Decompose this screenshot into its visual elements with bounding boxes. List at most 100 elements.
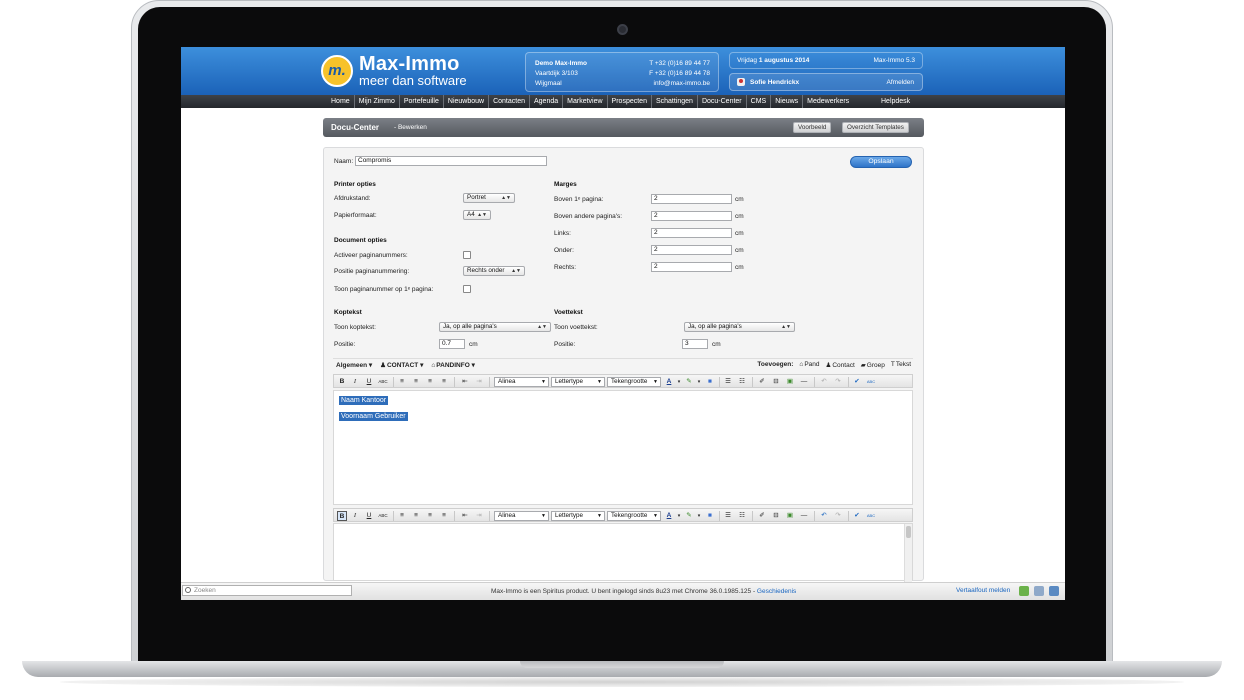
- spellcheck-icon[interactable]: ✔: [852, 377, 862, 387]
- nav-item-helpdesk[interactable]: Helpdesk: [881, 95, 910, 108]
- strikethrough-button[interactable]: ABC: [378, 377, 388, 387]
- spellcheck-label[interactable]: ABC: [864, 377, 878, 387]
- align-left-icon[interactable]: ≡: [397, 511, 407, 521]
- nav-item-home[interactable]: Home: [327, 95, 355, 108]
- align-center-icon[interactable]: ≡: [411, 511, 421, 521]
- name-input[interactable]: Compromis: [355, 156, 547, 166]
- add-tekst-button[interactable]: TTekst: [891, 361, 911, 369]
- nav-item-contacten[interactable]: Contacten: [489, 95, 530, 108]
- margin-top-first-input[interactable]: 2: [651, 194, 732, 204]
- bullet-list-icon[interactable]: ☰: [723, 511, 733, 521]
- indent-icon[interactable]: ⇥: [474, 377, 484, 387]
- margin-right-input[interactable]: 2: [651, 262, 732, 272]
- edit-icon[interactable]: ✐: [757, 511, 767, 521]
- overview-templates-button[interactable]: Overzicht Templates: [842, 122, 909, 133]
- margin-left-input[interactable]: 2: [651, 228, 732, 238]
- redo-icon[interactable]: ↷: [833, 511, 843, 521]
- menu-algemeen[interactable]: Algemeen ▾: [336, 361, 372, 369]
- undo-icon[interactable]: ↶: [819, 511, 829, 521]
- underline-button[interactable]: U: [364, 377, 374, 387]
- add-pand-button[interactable]: ⌂Pand: [799, 361, 819, 369]
- save-button[interactable]: Opslaan: [850, 156, 912, 168]
- chevron-down-icon[interactable]: ▾: [674, 377, 684, 387]
- chevron-down-icon[interactable]: ▾: [694, 511, 704, 521]
- logo-mark[interactable]: m.: [321, 55, 353, 87]
- background-color-icon[interactable]: ■: [705, 377, 715, 387]
- nav-item-agenda[interactable]: Agenda: [530, 95, 564, 108]
- numbered-list-icon[interactable]: ☷: [737, 511, 747, 521]
- indent-icon[interactable]: ⇥: [474, 511, 484, 521]
- highlight-icon[interactable]: ✎: [684, 511, 694, 521]
- nav-item-cms[interactable]: CMS: [747, 95, 772, 108]
- align-left-icon[interactable]: ≡: [397, 377, 407, 387]
- text-color-icon[interactable]: A: [664, 511, 674, 521]
- editor-body-2[interactable]: [333, 523, 913, 582]
- paragraph-select[interactable]: Alinea ▼: [494, 511, 549, 521]
- nav-item-schattingen[interactable]: Schattingen: [652, 95, 698, 108]
- horizontal-rule-icon[interactable]: —: [799, 511, 809, 521]
- align-right-icon[interactable]: ≡: [425, 511, 435, 521]
- font-size-select[interactable]: Tekengrootte ▼: [607, 511, 661, 521]
- outdent-icon[interactable]: ⇤: [460, 377, 470, 387]
- nav-item-marketview[interactable]: Marketview: [563, 95, 608, 108]
- italic-button[interactable]: I: [350, 377, 360, 387]
- add-contact-button[interactable]: ♟Contact: [826, 361, 855, 369]
- align-center-icon[interactable]: ≡: [411, 377, 421, 387]
- show-footer-select[interactable]: Ja, op alle pagina's ▲▼: [684, 322, 795, 332]
- footer-position-input[interactable]: 3: [682, 339, 708, 349]
- bold-button[interactable]: B: [337, 377, 347, 387]
- align-right-icon[interactable]: ≡: [425, 377, 435, 387]
- margin-bottom-input[interactable]: 2: [651, 245, 732, 255]
- page-number-position-select[interactable]: Rechts onder ▲▼: [463, 266, 525, 276]
- report-translation-link[interactable]: Vertaalfout melden: [956, 587, 1010, 594]
- mail-icon[interactable]: [1034, 586, 1044, 596]
- nav-item-nieuws[interactable]: Nieuws: [771, 95, 804, 108]
- calculator-icon[interactable]: [1049, 586, 1059, 596]
- strikethrough-button[interactable]: ABC: [378, 511, 388, 521]
- editor-body[interactable]: Naam Kantoor Voornaam Gebruiker: [333, 390, 913, 505]
- show-header-select[interactable]: Ja, op alle pagina's ▲▼: [439, 322, 551, 332]
- underline-button[interactable]: U: [364, 511, 374, 521]
- chevron-down-icon[interactable]: ▾: [674, 511, 684, 521]
- merge-field-tag[interactable]: Voornaam Gebruiker: [339, 412, 408, 421]
- office-email[interactable]: info@max-immo.be: [654, 80, 710, 87]
- menu-pandinfo[interactable]: ⌂PANDINFO ▾: [431, 361, 474, 369]
- nav-item-mijn-zimmo[interactable]: Mijn Zimmo: [355, 95, 400, 108]
- logout-link[interactable]: Afmelden: [887, 79, 914, 86]
- activate-page-numbers-checkbox[interactable]: [463, 251, 471, 259]
- horizontal-rule-icon[interactable]: —: [799, 377, 809, 387]
- italic-button[interactable]: I: [350, 511, 360, 521]
- highlight-icon[interactable]: ✎: [684, 377, 694, 387]
- page-break-icon[interactable]: ⊟: [771, 511, 781, 521]
- chevron-down-icon[interactable]: ▾: [694, 377, 704, 387]
- spellcheck-icon[interactable]: ✔: [852, 511, 862, 521]
- scrollbar-thumb[interactable]: [906, 526, 911, 538]
- history-link[interactable]: Geschiedenis: [757, 588, 796, 595]
- search-input[interactable]: Zoeken: [182, 585, 352, 596]
- undo-icon[interactable]: ↶: [819, 377, 829, 387]
- preview-button[interactable]: Voorbeeld: [793, 122, 832, 133]
- numbered-list-icon[interactable]: ☷: [737, 377, 747, 387]
- bold-button[interactable]: B: [337, 511, 347, 521]
- nav-item-nieuwbouw[interactable]: Nieuwbouw: [444, 95, 490, 108]
- redo-icon[interactable]: ↷: [833, 377, 843, 387]
- image-icon[interactable]: ▣: [785, 377, 795, 387]
- align-justify-icon[interactable]: ≡: [439, 511, 449, 521]
- orientation-select[interactable]: Portret ▲▼: [463, 193, 515, 203]
- font-select[interactable]: Lettertype ▼: [551, 511, 605, 521]
- user-name[interactable]: Sofie Hendrickx: [750, 79, 799, 86]
- image-icon[interactable]: ▣: [785, 511, 795, 521]
- bullet-list-icon[interactable]: ☰: [723, 377, 733, 387]
- align-justify-icon[interactable]: ≡: [439, 377, 449, 387]
- add-groep-button[interactable]: ▰Groep: [861, 361, 885, 369]
- paper-select[interactable]: A4 ▲▼: [463, 210, 491, 220]
- nav-item-medewerkers[interactable]: Medewerkers: [803, 95, 853, 108]
- nav-item-docu-center[interactable]: Docu-Center: [698, 95, 747, 108]
- menu-contact[interactable]: ♟CONTACT ▾: [380, 361, 423, 369]
- outdent-icon[interactable]: ⇤: [460, 511, 470, 521]
- margin-top-other-input[interactable]: 2: [651, 211, 732, 221]
- merge-field-tag[interactable]: Naam Kantoor: [339, 396, 389, 405]
- user-status-icon[interactable]: [1019, 586, 1029, 596]
- nav-item-portefeuille[interactable]: Portefeuille: [400, 95, 444, 108]
- editor-scrollbar[interactable]: [904, 524, 912, 582]
